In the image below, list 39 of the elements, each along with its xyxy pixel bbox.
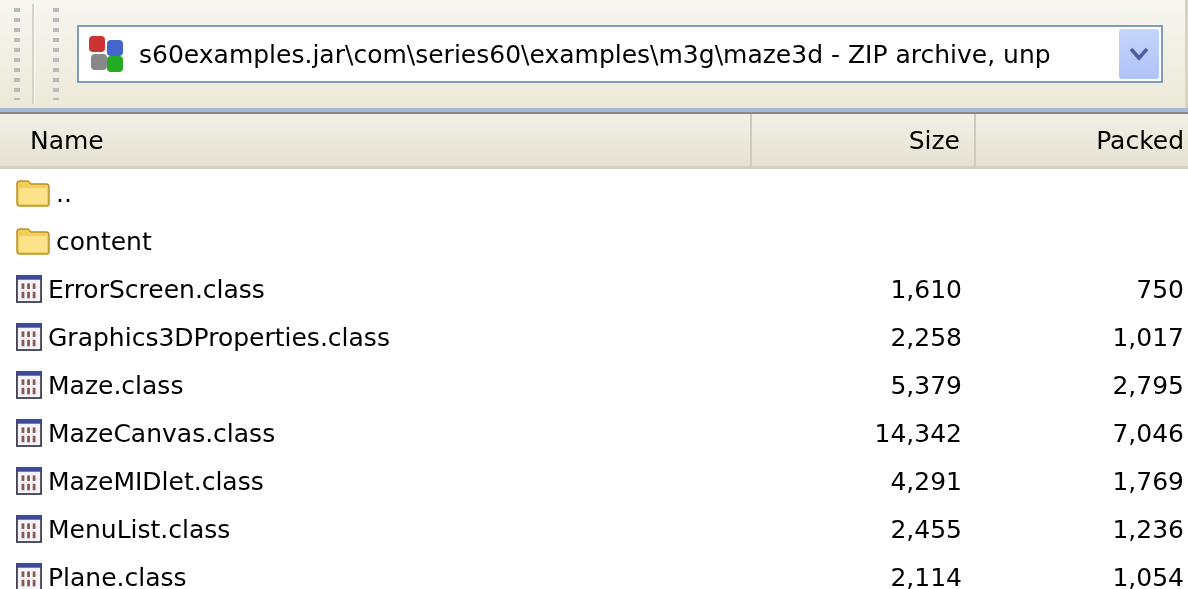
class-file-icon (16, 275, 42, 303)
file-name[interactable]: Plane.class (48, 562, 187, 589)
packed-size-cell: 750 (1136, 274, 1184, 304)
size-cell: 2,455 (890, 514, 962, 544)
file-name[interactable]: content (56, 226, 152, 256)
folder-icon (16, 227, 50, 255)
column-header[interactable]: Size (752, 114, 976, 166)
class-file-icon (16, 515, 42, 543)
address-field[interactable]: s60examples.jar\com\series60\examples\m3g\maze3d - ZIP archive, unp (77, 25, 1163, 83)
size-cell: 14,342 (874, 418, 962, 448)
folder-icon (16, 179, 50, 207)
column-header[interactable]: Name (0, 114, 752, 166)
column-header[interactable]: Packed (976, 114, 1188, 166)
address-text: s60examples.jar\com\series60\examples\m3g\maze3d - ZIP archive, unp (139, 39, 1052, 69)
size-cell: 2,114 (890, 562, 962, 589)
chevron-down-icon (1128, 47, 1150, 61)
file-name[interactable]: .. (56, 178, 72, 208)
packed-size-cell: 2,795 (1112, 370, 1184, 400)
size-cell: 4,291 (890, 466, 962, 496)
class-file-icon (16, 323, 42, 351)
file-name[interactable]: ErrorScreen.class (48, 274, 265, 304)
class-file-icon (16, 371, 42, 399)
file-name[interactable]: Maze.class (48, 370, 184, 400)
size-cell: 2,258 (890, 322, 962, 352)
dropdown-button[interactable] (1119, 29, 1159, 79)
file-name[interactable]: MazeCanvas.class (48, 418, 276, 448)
packed-size-cell: 1,054 (1112, 562, 1184, 589)
class-file-icon (16, 563, 42, 589)
packed-size-cell: 1,017 (1112, 322, 1184, 352)
size-cell: 5,379 (890, 370, 962, 400)
size-cell: 1,610 (890, 274, 962, 304)
class-file-icon (16, 467, 42, 495)
class-file-icon (16, 419, 42, 447)
file-name[interactable]: MazeMIDlet.class (48, 466, 264, 496)
file-name[interactable]: Graphics3DProperties.class (48, 322, 390, 352)
file-name[interactable]: MenuList.class (48, 514, 231, 544)
packed-size-cell: 1,769 (1112, 466, 1184, 496)
packed-size-cell: 1,236 (1112, 514, 1184, 544)
packed-size-cell: 7,046 (1112, 418, 1184, 448)
